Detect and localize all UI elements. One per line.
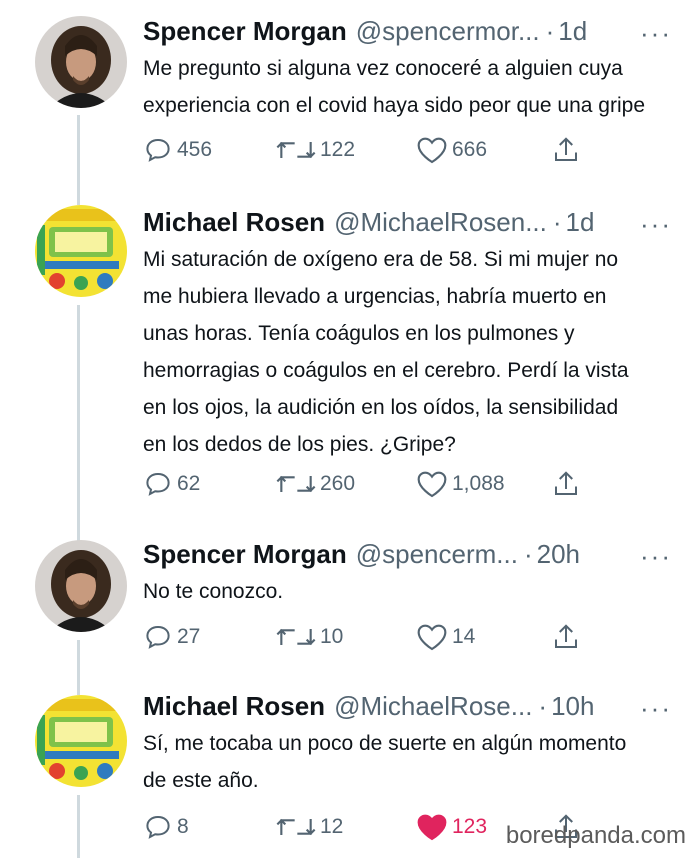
reply-count: 27 [177, 625, 201, 648]
retweet-button[interactable]: 10 [276, 620, 343, 654]
heart-icon [417, 137, 447, 164]
reply-button[interactable]: 62 [143, 467, 200, 501]
tweet-text-line: en los dedos de los pies. ¿Gripe? [143, 433, 456, 456]
tweet-header: Michael Rosen @MichaelRose... · 10h [143, 689, 680, 723]
separator-dot: · [552, 207, 562, 237]
heart-icon [417, 471, 447, 498]
reply-count: 8 [177, 815, 189, 838]
tweet-text-line: en los ojos, la audición en los oídos, l… [143, 396, 619, 419]
reply-icon [146, 472, 170, 496]
like-count: 1,088 [452, 472, 505, 495]
tweet-time[interactable]: 1d [558, 14, 587, 48]
like-count: 14 [452, 625, 476, 648]
retweet-button[interactable]: 260 [276, 467, 355, 501]
like-button[interactable]: 123 [416, 810, 487, 844]
retweet-count: 260 [320, 472, 356, 495]
reply-icon [146, 625, 170, 649]
retweet-count: 10 [320, 625, 344, 648]
like-button[interactable]: 666 [416, 133, 487, 167]
thread-line [77, 795, 80, 858]
like-count: 123 [452, 815, 488, 838]
retweet-icon [276, 628, 316, 646]
tweet-text-line: hemorragias o coágulos en el cerebro. Pe… [143, 359, 629, 382]
like-button[interactable]: 14 [416, 620, 475, 654]
tweet-header: Michael Rosen @MichaelRosen... · 1d [143, 205, 680, 239]
author-handle[interactable]: @MichaelRose... [334, 689, 532, 723]
tweet-header: Spencer Morgan @spencerm... · 20h [143, 537, 680, 571]
tweet-text: Mi saturación de oxígeno era de 58. Si m… [143, 241, 680, 463]
avatar[interactable] [35, 205, 127, 297]
thread-line [77, 640, 80, 695]
more-options-icon[interactable]: ··· [640, 695, 672, 721]
tweet-text-line: Mi saturación de oxígeno era de 58. Si m… [143, 248, 619, 271]
avatar-book-cover-image [35, 695, 127, 787]
author-handle[interactable]: @MichaelRosen... [334, 205, 547, 239]
avatar-book-cover-image [35, 205, 127, 297]
reply-icon [146, 138, 170, 162]
tweet-text: Sí, me tocaba un poco de suerte en algún… [143, 725, 680, 799]
retweet-icon [276, 141, 316, 159]
reply-icon [146, 815, 170, 839]
more-options-icon[interactable]: ··· [640, 20, 672, 46]
retweet-count: 122 [320, 138, 356, 161]
separator-dot: · [545, 16, 555, 46]
more-options-icon[interactable]: ··· [640, 211, 672, 237]
avatar[interactable] [35, 16, 127, 108]
share-button[interactable] [551, 467, 585, 501]
tweet-text-line: Me pregunto si alguna vez conoceré a alg… [143, 57, 623, 80]
watermark: boredpanda.com [505, 822, 686, 849]
retweet-icon [276, 818, 316, 836]
author-name[interactable]: Michael Rosen [143, 205, 325, 239]
author-name[interactable]: Michael Rosen [143, 689, 325, 723]
retweet-button[interactable]: 122 [276, 133, 355, 167]
reply-button[interactable]: 27 [143, 620, 200, 654]
tweet-text-line: Sí, me tocaba un poco de suerte en algún… [143, 732, 627, 755]
author-name[interactable]: Spencer Morgan [143, 14, 347, 48]
avatar-portrait-image [35, 540, 127, 632]
tweet-header: Spencer Morgan @spencermor... · 1d [143, 14, 680, 48]
avatar-portrait-image [35, 16, 127, 108]
reply-count: 62 [177, 472, 201, 495]
reply-button[interactable]: 8 [143, 810, 189, 844]
tweet-text-line: unas horas. Tenía coágulos en los pulmon… [143, 322, 575, 345]
author-name[interactable]: Spencer Morgan [143, 537, 347, 571]
retweet-count: 12 [320, 815, 344, 838]
retweet-button[interactable]: 12 [276, 810, 343, 844]
tweet-text: No te conozco. [143, 573, 680, 610]
author-handle[interactable]: @spencermor... [356, 14, 540, 48]
share-icon [555, 471, 577, 495]
more-options-icon[interactable]: ··· [640, 543, 672, 569]
share-icon [555, 137, 577, 161]
like-count: 666 [452, 138, 488, 161]
tweet-text: Me pregunto si alguna vez conoceré a alg… [143, 50, 680, 124]
like-button[interactable]: 1,088 [416, 467, 505, 501]
share-button[interactable] [551, 133, 585, 167]
tweet-text-line: experiencia con el covid haya sido peor … [143, 94, 646, 117]
tweet-time[interactable]: 1d [566, 205, 595, 239]
heart-icon [417, 624, 447, 651]
separator-dot: · [523, 539, 533, 569]
separator-dot: · [538, 691, 548, 721]
tweet-text-line: me hubiera llevado a urgencias, habría m… [143, 285, 607, 308]
reply-count: 456 [177, 138, 213, 161]
tweet-text-line: de este año. [143, 769, 259, 792]
heart-filled-icon [417, 814, 447, 841]
thread-line [77, 115, 80, 205]
author-handle[interactable]: @spencerm... [356, 537, 518, 571]
tweet-time[interactable]: 20h [537, 537, 580, 571]
share-icon [555, 624, 577, 648]
avatar[interactable] [35, 540, 127, 632]
thread-line [77, 305, 80, 543]
share-button[interactable] [551, 620, 585, 654]
tweet-text-line: No te conozco. [143, 580, 284, 603]
reply-button[interactable]: 456 [143, 133, 212, 167]
retweet-icon [276, 475, 316, 493]
avatar[interactable] [35, 695, 127, 787]
tweet-time[interactable]: 10h [551, 689, 594, 723]
